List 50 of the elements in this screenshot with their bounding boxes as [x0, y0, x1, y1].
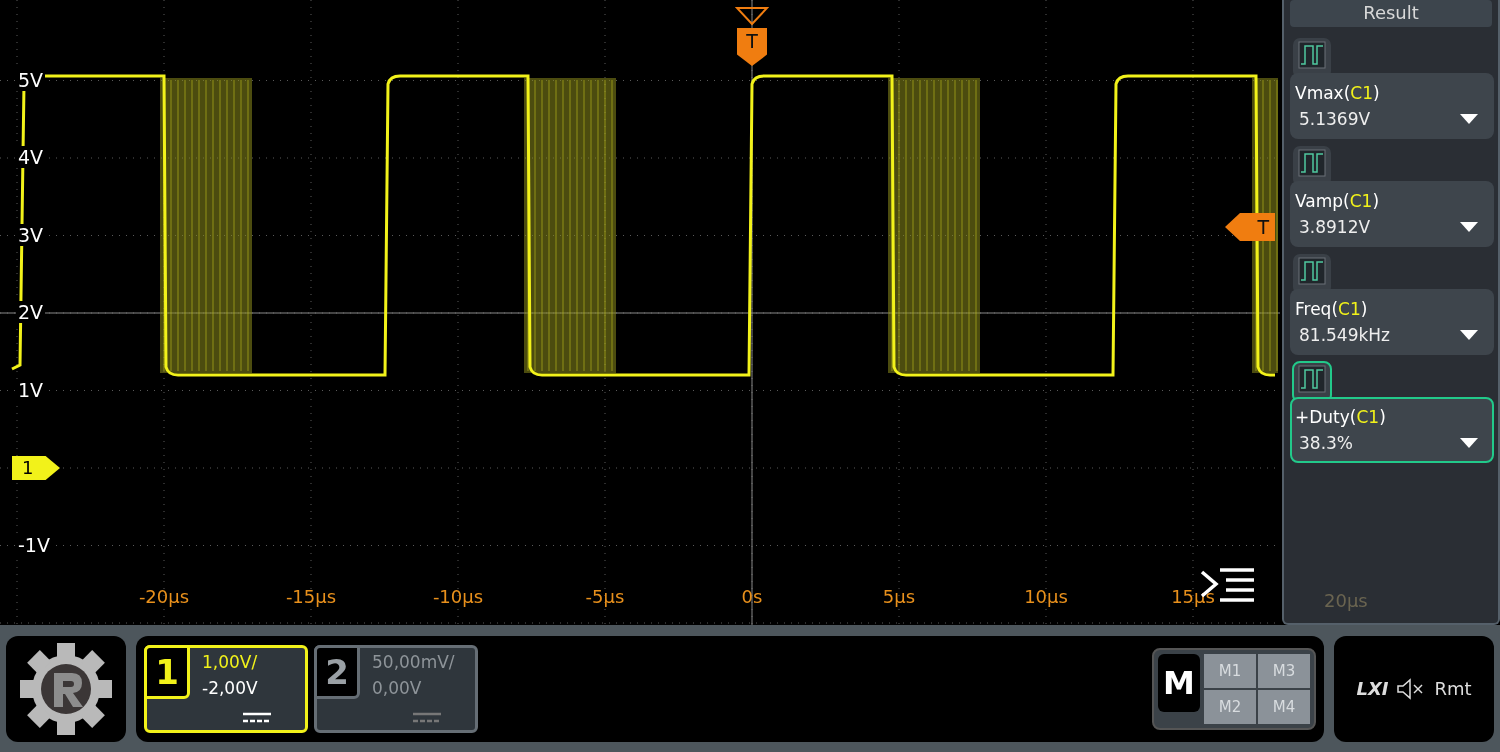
channel-card[interactable]: 2 50,00mV/ 0,00V	[314, 644, 478, 733]
remote-label: Rmt	[1434, 678, 1472, 699]
time-axis-label: -10µs	[431, 586, 485, 607]
logo-panel[interactable]	[6, 635, 126, 742]
measurement-label: Freq(C1)	[1295, 299, 1369, 319]
pulse-waveform-icon[interactable]	[1292, 37, 1332, 75]
dc-coupling-icon	[413, 711, 441, 724]
channel-offset: 0,00V	[372, 677, 423, 698]
dropdown-triangle-icon[interactable]	[1460, 222, 1478, 232]
measurement-value: 3.8912V	[1298, 217, 1371, 237]
dropdown-triangle-icon[interactable]	[1460, 330, 1478, 340]
time-axis-label: 15µs	[1170, 586, 1216, 607]
time-axis-label: 10µs	[1023, 586, 1069, 607]
dropdown-triangle-icon[interactable]	[1460, 438, 1478, 448]
measurement-card[interactable]: +Duty(C1) 38.3%	[1290, 397, 1494, 463]
time-axis-label: 20µs	[1324, 590, 1368, 611]
measurement-label: Vamp(C1)	[1295, 191, 1381, 211]
channel-number: 1	[144, 644, 190, 699]
time-axis-label: -15µs	[284, 586, 338, 607]
voltage-axis-label: 5V	[16, 68, 46, 91]
channel-scale: 1,00V/	[202, 651, 258, 672]
channel-offset: -2,00V	[202, 677, 258, 698]
measurement-value: 38.3%	[1298, 433, 1353, 453]
math-label[interactable]: M	[1158, 653, 1200, 712]
measurement-card[interactable]: Vmax(C1) 5.1369V	[1290, 73, 1494, 139]
dc-coupling-icon	[243, 711, 271, 724]
voltage-axis-label: 4V	[16, 146, 46, 168]
panel-title: Result	[1290, 0, 1492, 27]
channel-number: 2	[314, 644, 360, 699]
gear-logo-icon[interactable]	[18, 640, 114, 737]
channel-scale: 50,00mV/	[372, 651, 455, 672]
time-axis-label: -5µs	[584, 586, 626, 607]
pulse-waveform-icon[interactable]	[1292, 253, 1332, 291]
measurement-card[interactable]: Vamp(C1) 3.8912V	[1290, 181, 1494, 247]
channel-card[interactable]: 1 1,00V/ -2,00V	[144, 644, 308, 733]
dropdown-triangle-icon[interactable]	[1460, 114, 1478, 124]
voltage-axis-label: 2V	[16, 301, 46, 323]
time-axis-label: -20µs	[137, 586, 191, 607]
measurement-value: 5.1369V	[1298, 109, 1371, 129]
time-axis-label: 5µs	[881, 586, 917, 607]
time-axis-label: 0s	[740, 586, 764, 607]
measurement-label: Vmax(C1)	[1295, 83, 1381, 103]
pulse-waveform-icon[interactable]	[1292, 361, 1332, 399]
measurement-card[interactable]: Freq(C1) 81.549kHz	[1290, 289, 1494, 355]
lxi-label: LXI	[1356, 678, 1389, 699]
voltage-axis-label: 3V	[16, 223, 46, 246]
measurement-value: 81.549kHz	[1298, 325, 1391, 345]
trigger-position-icon	[735, 6, 769, 26]
measurement-label: +Duty(C1)	[1295, 407, 1387, 427]
pulse-waveform-icon[interactable]	[1292, 145, 1332, 183]
